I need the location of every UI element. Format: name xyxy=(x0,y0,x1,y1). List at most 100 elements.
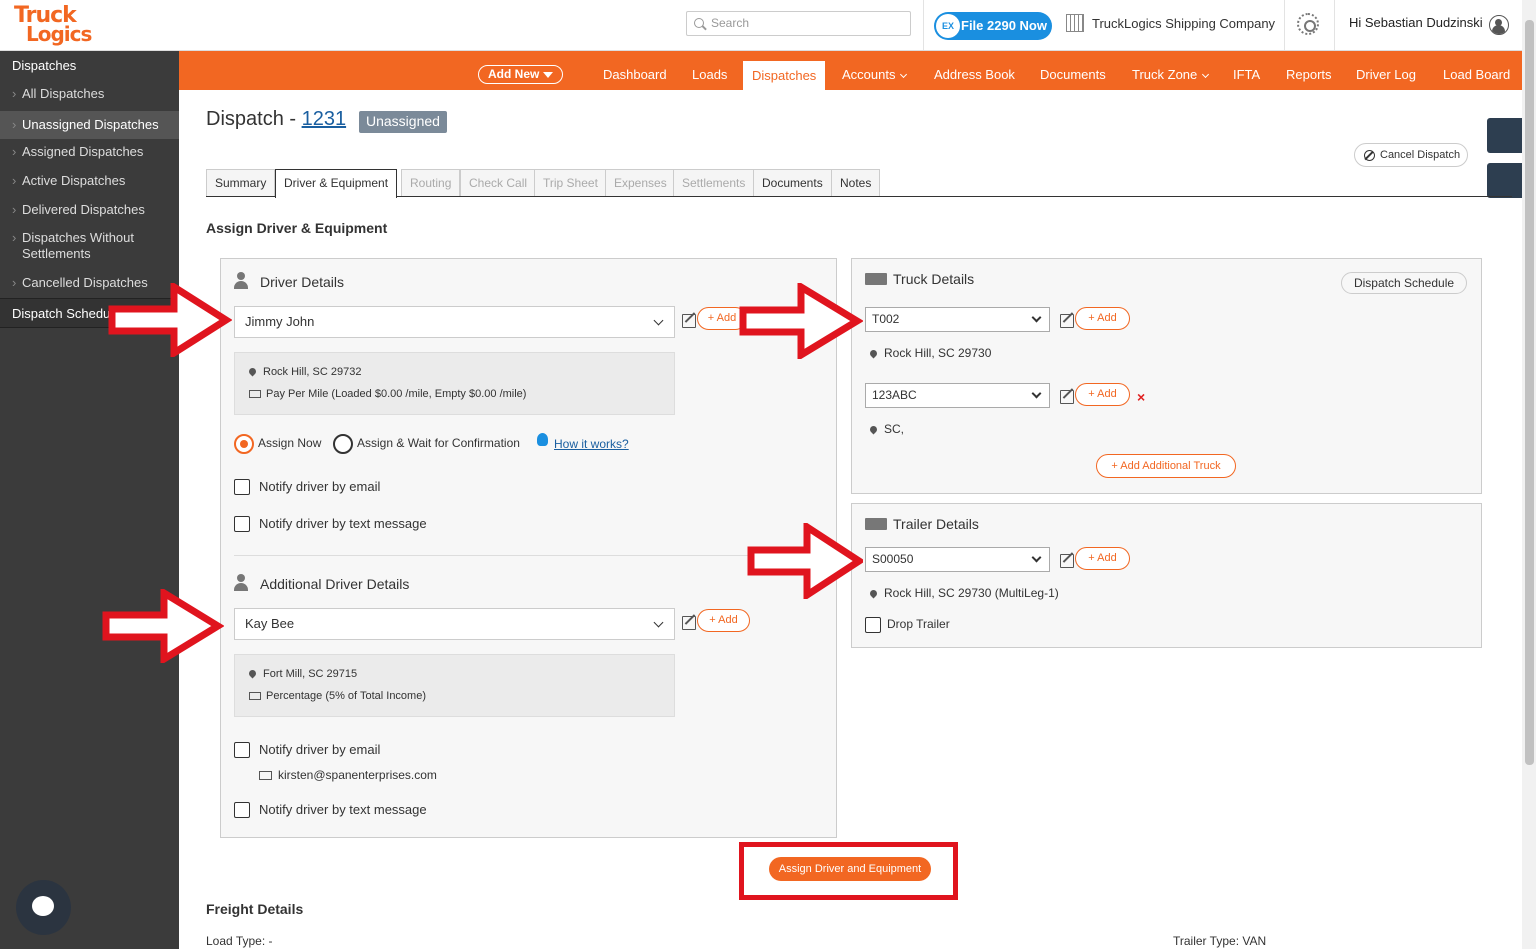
location-pin-icon xyxy=(247,366,258,377)
edit-trailer-icon[interactable] xyxy=(1060,554,1074,568)
add-truck-2-button[interactable]: + Add xyxy=(1075,383,1130,406)
drop-trailer-checkbox[interactable] xyxy=(865,617,881,633)
page-scrollbar[interactable] xyxy=(1522,0,1536,949)
trucklogics-logo[interactable]: Truck Logics xyxy=(12,5,104,46)
header-divider xyxy=(1284,0,1285,50)
notify-text-label: Notify driver by text message xyxy=(259,516,427,531)
chevron-down-icon xyxy=(1202,70,1210,79)
add-additional-driver-button[interactable]: + Add xyxy=(697,609,750,632)
chevron-down-icon xyxy=(1031,552,1042,563)
location-pin-icon xyxy=(868,424,879,435)
nav-truck-zone[interactable]: Truck Zone xyxy=(1132,67,1210,82)
header-divider xyxy=(1334,0,1335,50)
truck-select-1[interactable]: T002 xyxy=(865,307,1050,332)
add-truck-button[interactable]: + Add xyxy=(1075,307,1130,330)
scrollbar-thumb[interactable] xyxy=(1525,20,1534,765)
trailer-select[interactable]: S00050 xyxy=(865,547,1050,572)
additional-notify-email-label: Notify driver by email xyxy=(259,742,381,757)
help-lifebuoy-icon[interactable] xyxy=(1487,118,1522,153)
nav-loads[interactable]: Loads xyxy=(692,67,727,82)
assign-wait-label: Assign & Wait for Confirmation xyxy=(357,436,520,450)
tab-settlements[interactable]: Settlements xyxy=(673,169,755,196)
nav-load-board[interactable]: Load Board xyxy=(1443,67,1510,82)
trailer-type: Trailer Type: VAN xyxy=(1173,934,1267,948)
truck-select-2[interactable]: 123ABC xyxy=(865,383,1050,408)
file-2290-button[interactable]: EX File 2290 Now xyxy=(934,12,1052,40)
additional-notify-text-label: Notify driver by text message xyxy=(259,802,427,817)
additional-driver-select[interactable]: Kay Bee xyxy=(234,608,675,640)
freight-details-title: Freight Details xyxy=(206,901,304,917)
driver-email: kirsten@spanenterprises.com xyxy=(259,768,437,782)
location-pin-icon xyxy=(868,588,879,599)
chevron-down-icon xyxy=(900,70,908,79)
status-badge: Unassigned xyxy=(359,111,447,133)
additional-notify-text-checkbox[interactable] xyxy=(234,802,250,818)
annotation-arrow-trailer xyxy=(747,523,863,599)
dispatch-number-link[interactable]: 1231 xyxy=(302,108,347,130)
nav-accounts[interactable]: Accounts xyxy=(842,67,908,82)
nav-driver-log[interactable]: Driver Log xyxy=(1356,67,1416,82)
mail-icon xyxy=(259,771,272,780)
nav-address-book[interactable]: Address Book xyxy=(934,67,1015,82)
tab-driver-equipment[interactable]: Driver & Equipment xyxy=(275,169,398,198)
assign-now-label: Assign Now xyxy=(258,436,322,450)
user-avatar-icon[interactable] xyxy=(1489,15,1509,35)
sidebar-item-active-dispatches[interactable]: Active Dispatches xyxy=(0,173,179,188)
truck-details-title: Truck Details xyxy=(865,271,974,287)
location-pin-icon xyxy=(868,348,879,359)
driver-select[interactable]: Jimmy John xyxy=(234,306,675,338)
add-additional-truck-button[interactable]: + Add Additional Truck xyxy=(1096,454,1236,478)
tab-summary[interactable]: Summary xyxy=(206,169,276,196)
page-title: Dispatch - 1231 xyxy=(206,108,347,130)
tab-check-call[interactable]: Check Call xyxy=(460,169,537,196)
additional-notify-email-checkbox[interactable] xyxy=(234,742,250,758)
ban-icon xyxy=(1364,150,1375,161)
notify-email-checkbox[interactable] xyxy=(234,479,250,495)
nav-documents[interactable]: Documents xyxy=(1040,67,1106,82)
tab-bar-line xyxy=(206,196,1512,197)
dispatch-schedule-button[interactable]: Dispatch Schedule xyxy=(1341,272,1467,294)
chevron-down-icon xyxy=(653,315,664,326)
user-greeting[interactable]: Hi Sebastian Dudzinski xyxy=(1349,15,1483,30)
section-title: Assign Driver & Equipment xyxy=(206,220,388,236)
tab-expenses[interactable]: Expenses xyxy=(605,169,676,196)
edit-driver-icon[interactable] xyxy=(682,314,696,328)
history-document-icon[interactable] xyxy=(1487,163,1522,198)
edit-additional-driver-icon[interactable] xyxy=(682,616,696,630)
tab-trip-sheet[interactable]: Trip Sheet xyxy=(534,169,607,196)
top-header: Truck Logics Search EX File 2290 Now Tru… xyxy=(0,0,1522,51)
assign-wait-radio[interactable] xyxy=(333,434,353,454)
remove-truck-icon[interactable]: × xyxy=(1137,389,1145,405)
gear-icon[interactable] xyxy=(1297,13,1319,35)
nav-dashboard[interactable]: Dashboard xyxy=(603,67,667,82)
notify-email-label: Notify driver by email xyxy=(259,479,381,494)
search-input[interactable]: Search xyxy=(686,11,911,36)
location-pin-icon xyxy=(247,668,258,679)
nav-ifta[interactable]: IFTA xyxy=(1233,67,1260,82)
cancel-dispatch-button[interactable]: Cancel Dispatch xyxy=(1354,143,1468,167)
trailer-icon xyxy=(865,518,887,530)
chevron-down-icon xyxy=(1031,388,1042,399)
nav-dispatches[interactable]: Dispatches xyxy=(743,61,826,90)
add-trailer-button[interactable]: + Add xyxy=(1075,547,1130,570)
how-it-works-link[interactable]: How it works? xyxy=(554,437,629,451)
edit-truck-icon[interactable] xyxy=(1060,314,1074,328)
tab-routing[interactable]: Routing xyxy=(401,169,461,196)
load-type: Load Type: - xyxy=(206,934,273,948)
sidebar-item-delivered-dispatches[interactable]: Delivered Dispatches xyxy=(0,202,179,217)
tab-notes[interactable]: Notes xyxy=(831,169,881,196)
edit-truck-2-icon[interactable] xyxy=(1060,390,1074,404)
chat-icon[interactable] xyxy=(16,880,71,935)
sidebar-section-dispatches[interactable]: Dispatches xyxy=(0,51,179,81)
sidebar-item-all-dispatches[interactable]: All Dispatches xyxy=(0,86,179,101)
sidebar-item-assigned-dispatches[interactable]: Assigned Dispatches xyxy=(0,144,179,159)
notify-text-checkbox[interactable] xyxy=(234,516,250,532)
assign-now-radio[interactable] xyxy=(234,434,254,454)
sidebar-item-unassigned-dispatches[interactable]: Unassigned Dispatches xyxy=(0,111,179,139)
truck1-location: Rock Hill, SC 29730 xyxy=(868,346,991,360)
add-new-button[interactable]: Add New xyxy=(478,65,563,84)
sidebar-item-dispatches-without-settlements[interactable]: Dispatches Without Settlements xyxy=(0,230,150,262)
nav-reports[interactable]: Reports xyxy=(1286,67,1332,82)
tab-documents[interactable]: Documents xyxy=(753,169,832,196)
company-name[interactable]: TruckLogics Shipping Company xyxy=(1066,14,1275,32)
